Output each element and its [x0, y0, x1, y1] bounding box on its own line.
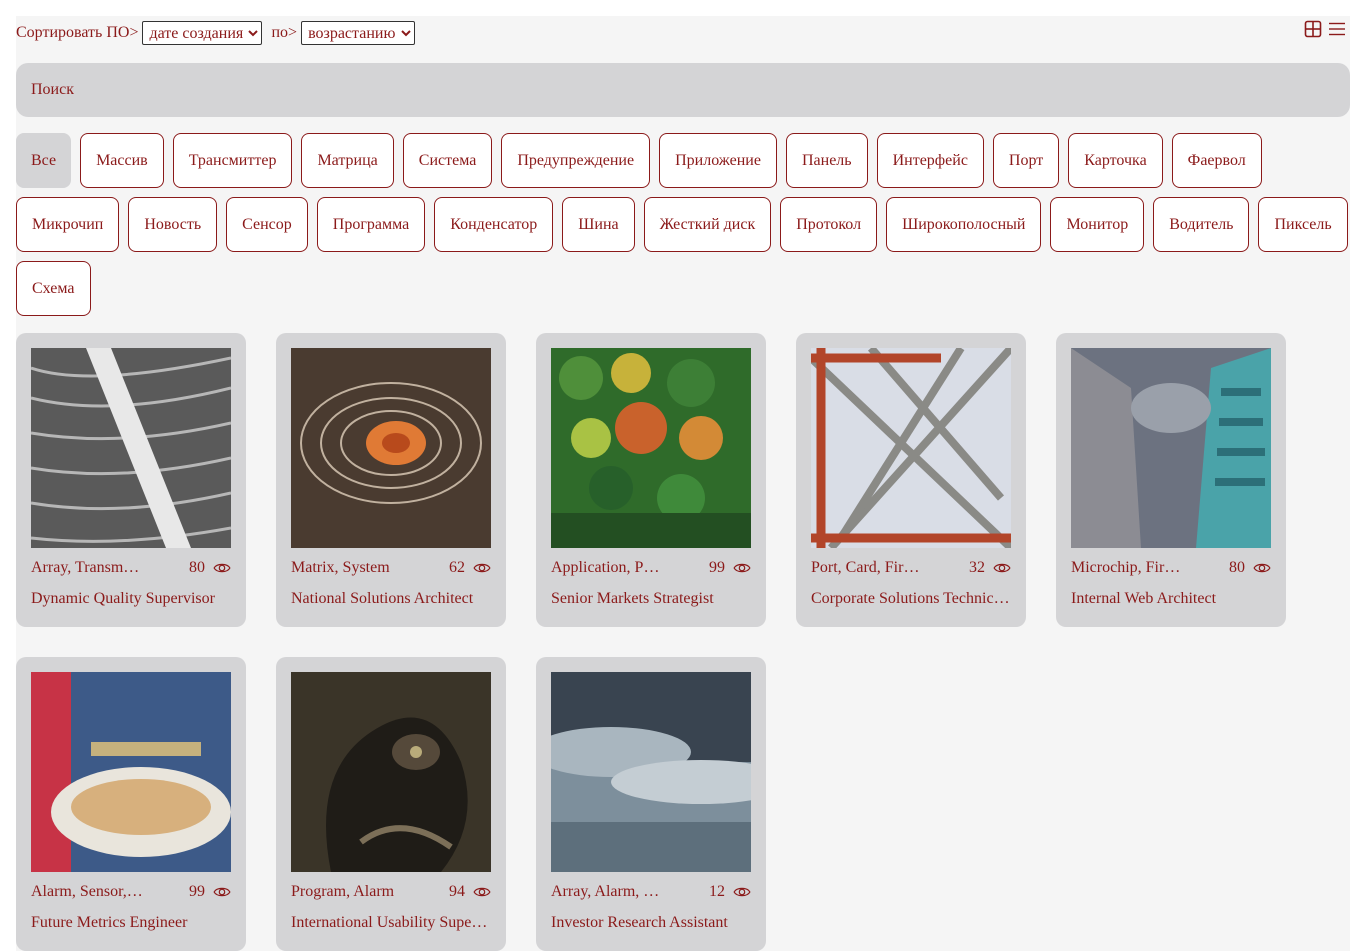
- tag-filter-15[interactable]: Программа: [316, 197, 426, 252]
- eye-icon: [1253, 559, 1271, 577]
- tag-filter-23[interactable]: Пиксель: [1258, 197, 1348, 252]
- tag-filter-19[interactable]: Протокол: [780, 197, 878, 252]
- card-tags: Alarm, Sensor, Bus: [31, 883, 143, 900]
- card-view-count: 80: [189, 559, 205, 576]
- software-card[interactable]: Port, Card, Firewall 32 Corporate Soluti…: [796, 333, 1026, 627]
- software-card[interactable]: Microchip, Firewall 80 Internal Web Arch…: [1056, 333, 1286, 627]
- tag-filter-4[interactable]: Система: [402, 133, 493, 188]
- view-toggle: [1304, 20, 1346, 38]
- card-tags: Port, Card, Firewall: [811, 559, 923, 576]
- tag-filter-0[interactable]: Все: [16, 133, 72, 188]
- card-title[interactable]: Corporate Solutions Technician: [811, 590, 1011, 608]
- page: Сортировать ПО> дате создания по> возрас…: [16, 16, 1350, 951]
- tag-filter-11[interactable]: Фаервол: [1171, 133, 1262, 188]
- tag-filter-13[interactable]: Новость: [128, 197, 218, 252]
- tag-filter-list: Все Массив Трансмиттер Матрица Система Предуп…: [16, 133, 1350, 316]
- card-meta: Alarm, Sensor, Bus 99: [31, 882, 231, 902]
- card-tags: Array, Alarm, Bus: [551, 883, 663, 900]
- card-view-count: 32: [969, 559, 985, 576]
- tag-filter-6[interactable]: Приложение: [659, 133, 777, 188]
- card-view-count: 99: [189, 883, 205, 900]
- tag-filter-8[interactable]: Интерфейс: [876, 133, 984, 188]
- card-title[interactable]: National Solutions Architect: [291, 590, 491, 608]
- card-title[interactable]: Senior Markets Strategist: [551, 590, 751, 608]
- card-meta: Application, Panel 99: [551, 558, 751, 578]
- software-card[interactable]: Array, Transmitter 80 Dynamic Quality Su…: [16, 333, 246, 627]
- card-meta: Matrix, System 62: [291, 558, 491, 578]
- eye-icon: [473, 883, 491, 901]
- card-thumbnail-cloudy-sea[interactable]: [551, 672, 751, 872]
- tag-filter-5[interactable]: Предупреждение: [501, 133, 651, 188]
- tag-filter-1[interactable]: Массив: [80, 133, 164, 188]
- tag-filter-14[interactable]: Сенсор: [226, 197, 308, 252]
- software-card[interactable]: Alarm, Sensor, Bus 99 Future Metrics Eng…: [16, 657, 246, 951]
- tag-filter-10[interactable]: Карточка: [1068, 133, 1163, 188]
- tag-filter-2[interactable]: Трансмиттер: [172, 133, 293, 188]
- tag-filter-20[interactable]: Широкополосный: [886, 197, 1042, 252]
- tag-filter-18[interactable]: Жесткий диск: [643, 197, 772, 252]
- card-meta: Array, Transmitter 80: [31, 558, 231, 578]
- list-view-icon[interactable]: [1328, 20, 1346, 38]
- card-view-count: 94: [449, 883, 465, 900]
- card-thumbnail-aerial-forest[interactable]: [551, 348, 751, 548]
- tag-filter-12[interactable]: Микрочип: [16, 197, 120, 252]
- card-tags: Microchip, Firewall: [1071, 559, 1183, 576]
- sort-order-label: по>: [271, 24, 298, 41]
- eye-icon: [733, 883, 751, 901]
- card-tags: Array, Transmitter: [31, 559, 143, 576]
- card-tags: Matrix, System: [291, 559, 390, 576]
- card-meta: Program, Alarm 94: [291, 882, 491, 902]
- tag-filter-17[interactable]: Шина: [562, 197, 635, 252]
- sort-field-select[interactable]: дате создания: [142, 21, 263, 45]
- search-placeholder: Поиск: [31, 81, 74, 98]
- tag-filter-9[interactable]: Порт: [992, 133, 1060, 188]
- software-card[interactable]: Array, Alarm, Bus 12 Investor Research A…: [536, 657, 766, 951]
- eye-icon: [473, 559, 491, 577]
- card-view-count: 99: [709, 559, 725, 576]
- card-meta: Array, Alarm, Bus 12: [551, 882, 751, 902]
- tag-filter-22[interactable]: Водитель: [1153, 197, 1250, 252]
- card-title[interactable]: Dynamic Quality Supervisor: [31, 590, 231, 608]
- sort-label: Сортировать ПО>: [16, 24, 139, 41]
- card-view-count: 80: [1229, 559, 1245, 576]
- eye-icon: [213, 883, 231, 901]
- card-thumbnail-skyscrapers[interactable]: [1071, 348, 1271, 548]
- sort-bar: Сортировать ПО> дате создания по> возрас…: [16, 20, 416, 46]
- card-title[interactable]: Future Metrics Engineer: [31, 914, 231, 932]
- card-title[interactable]: Investor Research Assistant: [551, 914, 751, 932]
- software-card-grid: Array, Transmitter 80 Dynamic Quality Su…: [16, 333, 1286, 951]
- tag-filter-7[interactable]: Панель: [785, 133, 868, 188]
- software-card[interactable]: Application, Panel 99 Senior Markets Str…: [536, 333, 766, 627]
- tag-filter-21[interactable]: Монитор: [1050, 197, 1145, 252]
- card-thumbnail-funnel-cake[interactable]: [31, 672, 231, 872]
- card-thumbnail-snow-ice-texture[interactable]: [31, 348, 231, 548]
- card-meta: Port, Card, Firewall 32: [811, 558, 1011, 578]
- eye-icon: [993, 559, 1011, 577]
- tag-filter-16[interactable]: Конденсатор: [434, 197, 554, 252]
- card-title[interactable]: Internal Web Architect: [1071, 590, 1271, 608]
- software-card[interactable]: Matrix, System 62 National Solutions Arc…: [276, 333, 506, 627]
- grid-view-icon[interactable]: [1304, 20, 1322, 38]
- card-meta: Microchip, Firewall 80: [1071, 558, 1271, 578]
- eye-icon: [733, 559, 751, 577]
- sort-order-select[interactable]: возрастанию: [301, 21, 416, 45]
- card-tags: Program, Alarm: [291, 883, 395, 900]
- card-tags: Application, Panel: [551, 559, 663, 576]
- card-thumbnail-surreal-face[interactable]: [291, 672, 491, 872]
- search-input[interactable]: Поиск: [16, 63, 1350, 117]
- card-thumbnail-steel-truss[interactable]: [811, 348, 1011, 548]
- card-thumbnail-abstract-swirl[interactable]: [291, 348, 491, 548]
- tag-filter-24[interactable]: Схема: [16, 261, 91, 316]
- card-view-count: 62: [449, 559, 465, 576]
- tag-filter-3[interactable]: Матрица: [301, 133, 394, 188]
- card-title[interactable]: International Usability Supervisor: [291, 914, 491, 932]
- eye-icon: [213, 559, 231, 577]
- software-card[interactable]: Program, Alarm 94 International Usabilit…: [276, 657, 506, 951]
- card-view-count: 12: [709, 883, 725, 900]
